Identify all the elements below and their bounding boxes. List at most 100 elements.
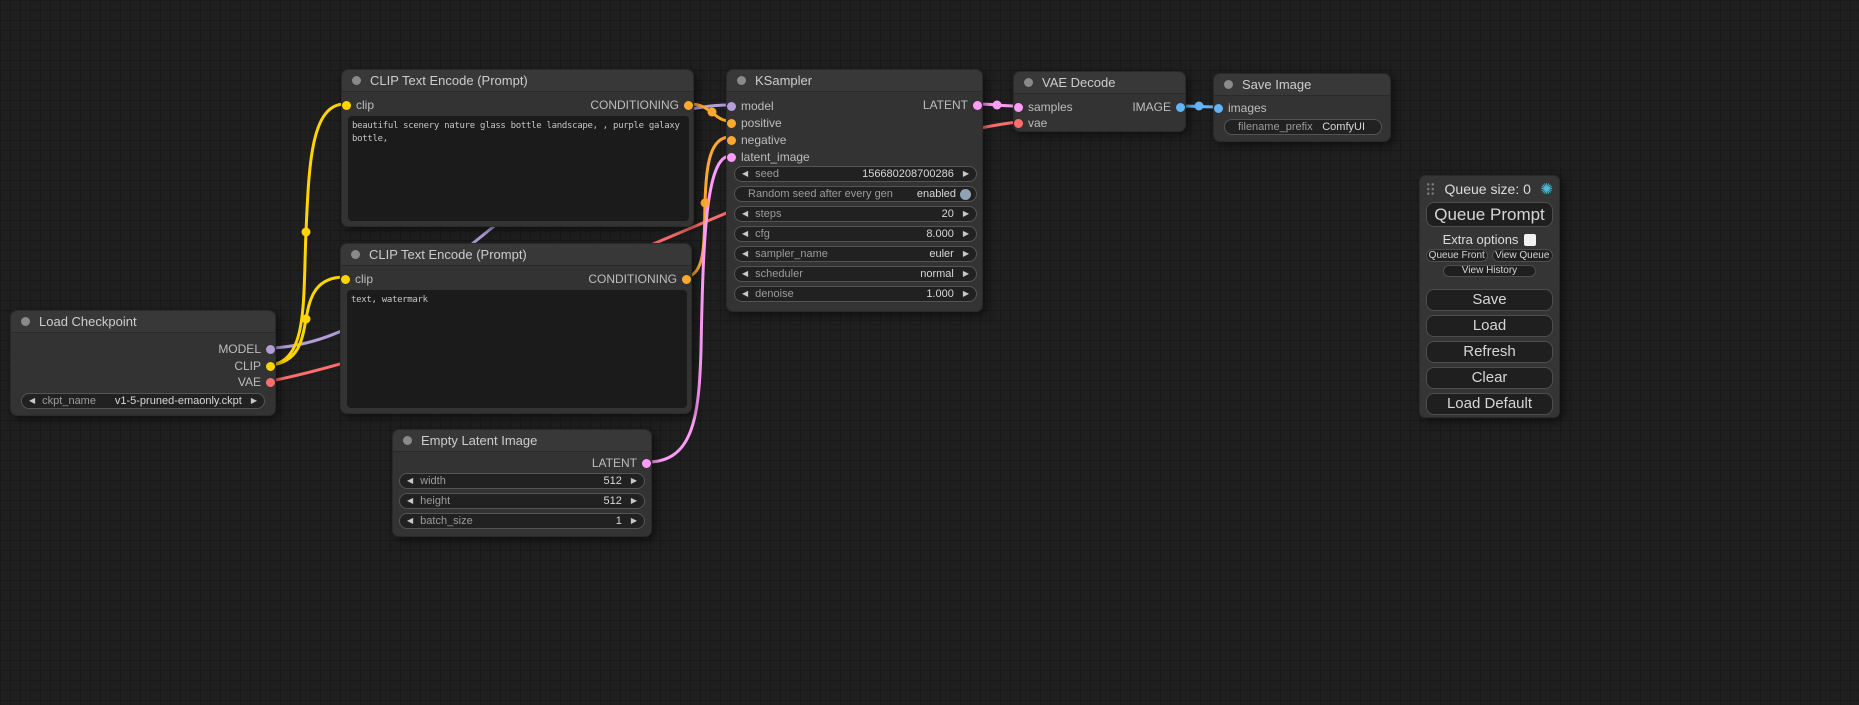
node-title-bar[interactable]: CLIP Text Encode (Prompt) — [342, 70, 693, 92]
seed-widget[interactable]: ◀ seed 156680208700286 ▶ — [734, 166, 977, 182]
vae-port-icon[interactable] — [1014, 119, 1023, 128]
decrement-arrow-icon[interactable]: ◀ — [29, 397, 35, 405]
vae-port-icon[interactable] — [266, 378, 275, 387]
queue-prompt-button[interactable]: Queue Prompt — [1426, 202, 1553, 227]
increment-arrow-icon[interactable]: ▶ — [963, 250, 969, 258]
ksampler-model-input[interactable]: model — [727, 99, 774, 113]
increment-arrow-icon[interactable]: ▶ — [963, 270, 969, 278]
clip-positive-clip-input[interactable]: clip — [342, 98, 374, 112]
decrement-arrow-icon[interactable]: ◀ — [742, 250, 748, 258]
increment-arrow-icon[interactable]: ▶ — [631, 517, 637, 525]
node-load-checkpoint[interactable]: Load Checkpoint MODEL CLIP VAE ◀ ckpt_na… — [10, 310, 276, 416]
decrement-arrow-icon[interactable]: ◀ — [407, 497, 413, 505]
filename-prefix-widget[interactable]: filename_prefix ComfyUI — [1224, 119, 1382, 135]
prompt-textarea[interactable]: text, watermark — [347, 290, 687, 408]
latent-port-icon[interactable] — [642, 459, 651, 468]
decrement-arrow-icon[interactable]: ◀ — [742, 230, 748, 238]
load-checkpoint-model-output[interactable]: MODEL — [218, 342, 275, 356]
toggle-on-icon[interactable] — [960, 189, 971, 200]
link-midpoint-dot[interactable] — [302, 228, 311, 237]
node-title-bar[interactable]: Empty Latent Image — [393, 430, 651, 452]
width-widget[interactable]: ◀ width 512 ▶ — [399, 473, 645, 489]
collapse-dot-icon[interactable] — [1024, 78, 1033, 87]
link-midpoint-dot[interactable] — [701, 199, 710, 208]
ksampler-positive-input[interactable]: positive — [727, 116, 782, 130]
conditioning-port-icon[interactable] — [727, 136, 736, 145]
view-history-button[interactable]: View History — [1443, 265, 1537, 277]
increment-arrow-icon[interactable]: ▶ — [963, 230, 969, 238]
node-empty-latent-image[interactable]: Empty Latent Image LATENT ◀ width 512 ▶ … — [392, 429, 652, 537]
load-button[interactable]: Load — [1426, 315, 1553, 337]
model-port-icon[interactable] — [266, 345, 275, 354]
conditioning-port-icon[interactable] — [727, 119, 736, 128]
node-title-bar[interactable]: CLIP Text Encode (Prompt) — [341, 244, 691, 266]
clip-port-icon[interactable] — [266, 362, 275, 371]
refresh-button[interactable]: Refresh — [1426, 341, 1553, 363]
save-image-images-input[interactable]: images — [1214, 101, 1267, 115]
ksampler-negative-input[interactable]: negative — [727, 133, 786, 147]
random-seed-toggle-widget[interactable]: Random seed after every gen enabled — [734, 186, 977, 202]
ksampler-latent-image-input[interactable]: latent_image — [727, 150, 810, 164]
collapse-dot-icon[interactable] — [1224, 80, 1233, 89]
collapse-dot-icon[interactable] — [737, 76, 746, 85]
clip-positive-conditioning-output[interactable]: CONDITIONING — [590, 98, 693, 112]
collapse-dot-icon[interactable] — [403, 436, 412, 445]
conditioning-port-icon[interactable] — [682, 275, 691, 284]
steps-widget[interactable]: ◀ steps 20 ▶ — [734, 206, 977, 222]
decrement-arrow-icon[interactable]: ◀ — [742, 210, 748, 218]
view-queue-button[interactable]: View Queue — [1492, 249, 1554, 262]
collapse-dot-icon[interactable] — [351, 250, 360, 259]
link-midpoint-dot[interactable] — [1195, 102, 1204, 111]
clip-negative-clip-input[interactable]: clip — [341, 272, 373, 286]
extra-options-checkbox[interactable] — [1524, 234, 1536, 246]
prompt-textarea[interactable]: beautiful scenery nature glass bottle la… — [348, 116, 689, 221]
increment-arrow-icon[interactable]: ▶ — [631, 497, 637, 505]
clip-negative-conditioning-output[interactable]: CONDITIONING — [588, 272, 691, 286]
node-clip-text-encode-positive[interactable]: CLIP Text Encode (Prompt) clip CONDITION… — [341, 69, 694, 227]
increment-arrow-icon[interactable]: ▶ — [963, 290, 969, 298]
sampler-name-widget[interactable]: ◀ sampler_name euler ▶ — [734, 246, 977, 262]
latent-port-icon[interactable] — [973, 101, 982, 110]
clip-port-icon[interactable] — [342, 101, 351, 110]
decrement-arrow-icon[interactable]: ◀ — [742, 270, 748, 278]
node-title-bar[interactable]: Save Image — [1214, 74, 1390, 96]
node-graph-canvas[interactable]: Load Checkpoint MODEL CLIP VAE ◀ ckpt_na… — [0, 0, 1859, 705]
ckpt-name-widget[interactable]: ◀ ckpt_name v1-5-pruned-emaonly.ckpt ▶ — [21, 393, 265, 409]
vae-decode-samples-input[interactable]: samples — [1014, 100, 1073, 114]
image-port-icon[interactable] — [1176, 103, 1185, 112]
latent-port-icon[interactable] — [1014, 103, 1023, 112]
node-ksampler[interactable]: KSampler model positive negative latent_… — [726, 69, 983, 312]
decrement-arrow-icon[interactable]: ◀ — [742, 170, 748, 178]
load-checkpoint-vae-output[interactable]: VAE — [238, 375, 275, 389]
scheduler-widget[interactable]: ◀ scheduler normal ▶ — [734, 266, 977, 282]
vae-decode-vae-input[interactable]: vae — [1014, 116, 1047, 130]
ksampler-latent-output[interactable]: LATENT — [923, 98, 982, 112]
collapse-dot-icon[interactable] — [21, 317, 30, 326]
node-title-bar[interactable]: KSampler — [727, 70, 982, 92]
decrement-arrow-icon[interactable]: ◀ — [742, 290, 748, 298]
increment-arrow-icon[interactable]: ▶ — [251, 397, 257, 405]
clip-port-icon[interactable] — [341, 275, 350, 284]
link-midpoint-dot[interactable] — [708, 108, 717, 117]
conditioning-port-icon[interactable] — [684, 101, 693, 110]
link-midpoint-dot[interactable] — [993, 101, 1002, 110]
save-button[interactable]: Save — [1426, 289, 1553, 311]
image-port-icon[interactable] — [1214, 104, 1223, 113]
queue-front-button[interactable]: Queue Front — [1426, 249, 1488, 262]
empty-latent-latent-output[interactable]: LATENT — [592, 456, 651, 470]
settings-gear-icon[interactable]: ✺ — [1540, 182, 1553, 197]
drag-handle-icon[interactable] — [1426, 182, 1435, 196]
height-widget[interactable]: ◀ height 512 ▶ — [399, 493, 645, 509]
node-save-image[interactable]: Save Image images filename_prefix ComfyU… — [1213, 73, 1391, 142]
load-checkpoint-clip-output[interactable]: CLIP — [234, 359, 275, 373]
link-midpoint-dot[interactable] — [302, 315, 311, 324]
node-title-bar[interactable]: VAE Decode — [1014, 72, 1185, 94]
model-port-icon[interactable] — [727, 102, 736, 111]
node-vae-decode[interactable]: VAE Decode samples vae IMAGE — [1013, 71, 1186, 132]
vae-decode-image-output[interactable]: IMAGE — [1132, 100, 1185, 114]
node-title-bar[interactable]: Load Checkpoint — [11, 311, 275, 333]
latent-port-icon[interactable] — [727, 153, 736, 162]
increment-arrow-icon[interactable]: ▶ — [963, 210, 969, 218]
batch-size-widget[interactable]: ◀ batch_size 1 ▶ — [399, 513, 645, 529]
increment-arrow-icon[interactable]: ▶ — [963, 170, 969, 178]
